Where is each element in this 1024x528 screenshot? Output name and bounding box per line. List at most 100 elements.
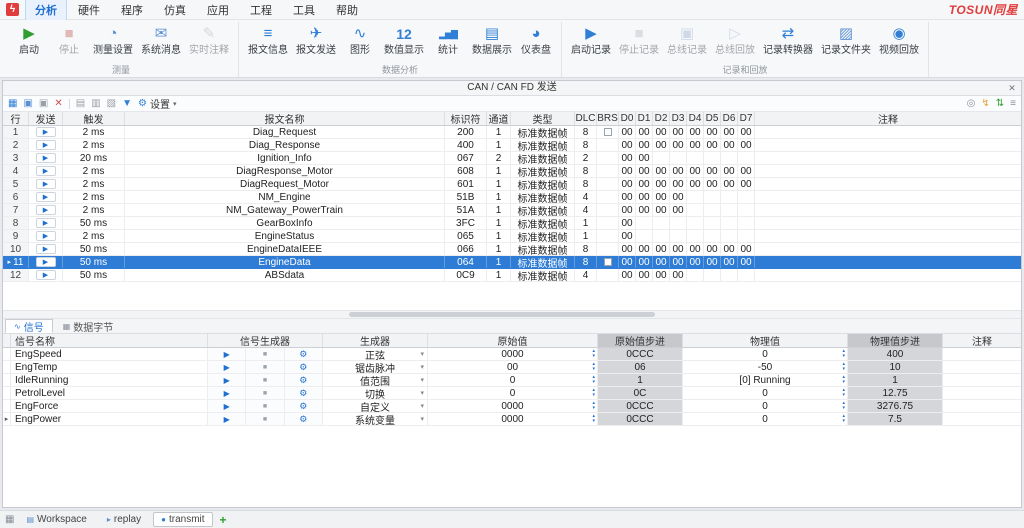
signal-settings-button[interactable]: ⚙ (285, 361, 322, 373)
signal-settings-button[interactable]: ⚙ (285, 348, 322, 360)
ribbon-button-recstop[interactable]: ■停止记录 (615, 22, 663, 64)
menu-icon[interactable]: ≡ (1010, 98, 1016, 110)
send-play-icon[interactable]: ▶ (36, 218, 56, 228)
raw-spin-down-icon[interactable]: ▾ (592, 393, 595, 398)
add-tab-button[interactable]: + (217, 513, 230, 527)
signal-row[interactable]: IdleRunning▶■⚙值范围▾0▴▾1[0] Running▴▾1 (3, 374, 1021, 387)
workspace-tab-replay[interactable]: ▸replay (99, 512, 149, 527)
menu-item[interactable]: 程序 (111, 0, 153, 21)
menu-item[interactable]: 硬件 (68, 0, 110, 21)
message-row[interactable]: 7▶2 msNM_Gateway_PowerTrain51A1标准数据帧4000… (3, 204, 1021, 217)
signal-settings-button[interactable]: ⚙ (285, 413, 322, 425)
message-row[interactable]: 8▶50 msGearBoxInfo3FC1标准数据帧100 (3, 217, 1021, 230)
delete-icon[interactable]: ✕ (54, 98, 62, 110)
ribbon-button-note[interactable]: ✎实时注释 (185, 22, 233, 64)
signal-row[interactable]: EngTemp▶■⚙锯齿脉冲▾00▴▾06-50▴▾10 (3, 361, 1021, 374)
horizontal-scrollbar[interactable] (3, 310, 1021, 319)
signal-stop-button[interactable]: ■ (246, 400, 284, 412)
signal-stop-button[interactable]: ■ (246, 387, 284, 399)
ribbon-button-busplay[interactable]: ▷总线回放 (711, 22, 759, 64)
ribbon-button-start[interactable]: ▶启动 (9, 22, 49, 64)
menu-item[interactable]: 应用 (197, 0, 239, 21)
generator-select[interactable]: 正弦▾ (323, 348, 428, 360)
generator-select[interactable]: 自定义▾ (323, 400, 428, 412)
ribbon-button-sysmsg[interactable]: ✉系统消息 (137, 22, 185, 64)
ribbon-button-display[interactable]: ▤数据展示 (468, 22, 516, 64)
ribbon-button-stop[interactable]: ■停止 (49, 22, 89, 64)
physical-spin-down-icon[interactable]: ▾ (842, 367, 845, 372)
signal-stop-button[interactable]: ■ (246, 413, 284, 425)
send-play-icon[interactable]: ▶ (36, 231, 56, 241)
ribbon-button-msginfo[interactable]: ≡报文信息 (244, 22, 292, 64)
signal-stop-button[interactable]: ■ (246, 361, 284, 373)
signal-settings-button[interactable]: ⚙ (285, 387, 322, 399)
signal-settings-button[interactable]: ⚙ (285, 374, 322, 386)
ribbon-button-busrec[interactable]: ▣总线记录 (663, 22, 711, 64)
signal-settings-button[interactable]: ⚙ (285, 400, 322, 412)
message-row[interactable]: 5▶2 msDiagRequest_Motor6011标准数据帧80000000… (3, 178, 1021, 191)
signal-play-button[interactable]: ▶ (208, 348, 246, 360)
lightning-icon[interactable]: ↯ (981, 98, 989, 110)
physical-spin-down-icon[interactable]: ▾ (842, 406, 845, 411)
raw-spin-down-icon[interactable]: ▾ (592, 354, 595, 359)
raw-spin-down-icon[interactable]: ▾ (592, 419, 595, 424)
message-row[interactable]: 3▶20 msIgnition_Info0672标准数据帧20000 (3, 152, 1021, 165)
signal-play-button[interactable]: ▶ (208, 387, 246, 399)
message-row[interactable]: 4▶2 msDiagResponse_Motor6081标准数据帧8000000… (3, 165, 1021, 178)
settings-dropdown[interactable]: ⚙设置▾ (138, 96, 176, 111)
send-play-icon[interactable]: ▶ (36, 140, 56, 150)
send-play-icon[interactable]: ▶ (36, 179, 56, 189)
signal-stop-button[interactable]: ■ (246, 348, 284, 360)
grid-icon[interactable]: ▦ (5, 514, 14, 526)
ribbon-button-recstart[interactable]: ▶启动记录 (567, 22, 615, 64)
message-row[interactable]: 2▶2 msDiag_Response4001标准数据帧800000000000… (3, 139, 1021, 152)
raw-spin-down-icon[interactable]: ▾ (592, 406, 595, 411)
generator-select[interactable]: 切换▾ (323, 387, 428, 399)
send-play-icon[interactable]: ▶ (36, 166, 56, 176)
send-play-icon[interactable]: ▶ (36, 192, 56, 202)
signal-row[interactable]: EngSpeed▶■⚙正弦▾0000▴▾0CCC0▴▾400 (3, 348, 1021, 361)
message-row[interactable]: 6▶2 msNM_Engine51B1标准数据帧400000000 (3, 191, 1021, 204)
save-icon[interactable]: ▣ (23, 98, 32, 110)
scrollbar-thumb[interactable] (349, 312, 654, 317)
send-play-icon[interactable]: ▶ (36, 244, 56, 254)
send-play-icon[interactable]: ▶ (36, 205, 56, 215)
signal-play-button[interactable]: ▶ (208, 413, 246, 425)
page-add-icon[interactable]: ▤ (76, 98, 85, 110)
close-icon[interactable]: ✕ (1006, 82, 1018, 94)
physical-spin-down-icon[interactable]: ▾ (842, 393, 845, 398)
message-row[interactable]: ▸11▶50 msEngineData0641标准数据帧800000000000… (3, 256, 1021, 269)
raw-spin-down-icon[interactable]: ▾ (592, 380, 595, 385)
search-icon[interactable]: ◎ (967, 98, 976, 110)
ribbon-button-graph[interactable]: ∿图形 (340, 22, 380, 64)
ribbon-button-video[interactable]: ◉视频回放 (875, 22, 923, 64)
ribbon-button-dash[interactable]: ◕仪表盘 (516, 22, 556, 64)
generator-select[interactable]: 系统变量▾ (323, 413, 428, 425)
ribbon-button-stats[interactable]: ▂▅▇统计 (428, 22, 468, 64)
ribbon-button-conv[interactable]: ⇄记录转换器 (759, 22, 817, 64)
menu-item[interactable]: 帮助 (326, 0, 368, 21)
message-row[interactable]: 12▶50 msABSdata0C91标准数据帧400000000 (3, 269, 1021, 282)
ribbon-button-msgsend[interactable]: ✈报文发送 (292, 22, 340, 64)
sort-icon[interactable]: ⇅ (996, 98, 1004, 110)
generator-select[interactable]: 值范围▾ (323, 374, 428, 386)
physical-spin-down-icon[interactable]: ▾ (842, 354, 845, 359)
workspace-tab-workspace[interactable]: ▤Workspace (18, 512, 94, 527)
send-play-icon[interactable]: ▶ (36, 127, 56, 137)
export-icon[interactable]: ▣ (39, 98, 48, 110)
send-play-icon[interactable]: ▶ (36, 270, 56, 280)
generator-select[interactable]: 锯齿脉冲▾ (323, 361, 428, 373)
menu-item[interactable]: 分析 (25, 0, 67, 21)
workspace-tab-transmit[interactable]: ●transmit (153, 512, 212, 527)
physical-spin-down-icon[interactable]: ▾ (842, 419, 845, 424)
ribbon-button-numeric[interactable]: 12数值显示 (380, 22, 428, 64)
message-row[interactable]: 1▶2 msDiag_Request2001标准数据帧8000000000000… (3, 126, 1021, 139)
raw-spin-down-icon[interactable]: ▾ (592, 367, 595, 372)
menu-item[interactable]: 工具 (283, 0, 325, 21)
grid-icon[interactable]: ▦ (8, 98, 17, 110)
signal-row[interactable]: ▸EngPower▶■⚙系统变量▾0000▴▾0CCC0▴▾7.5 (3, 413, 1021, 426)
ribbon-button-folder[interactable]: ▨记录文件夹 (817, 22, 875, 64)
signal-play-button[interactable]: ▶ (208, 361, 246, 373)
send-play-icon[interactable]: ▶ (36, 257, 56, 267)
message-row[interactable]: 10▶50 msEngineDataIEEE0661标准数据帧800000000… (3, 243, 1021, 256)
